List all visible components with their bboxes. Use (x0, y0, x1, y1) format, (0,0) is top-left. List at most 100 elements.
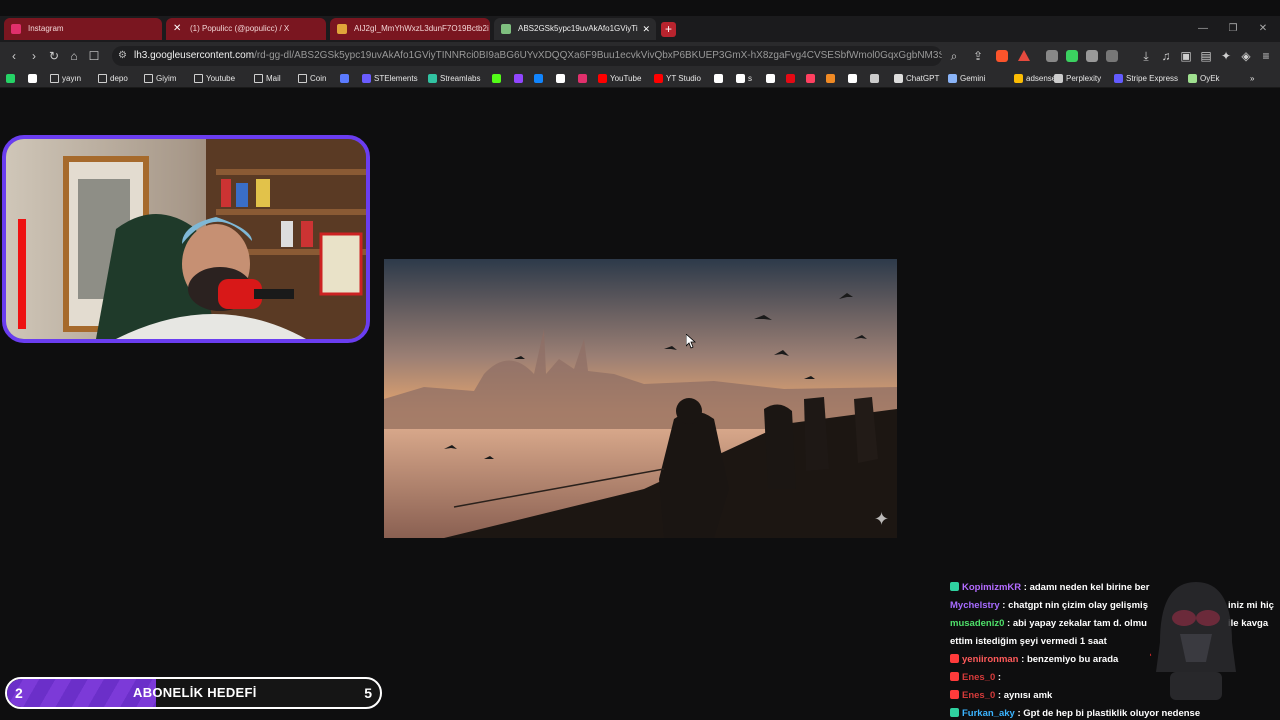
bookmark-tiktok[interactable] (714, 73, 726, 85)
chat-username: Mychelstry (950, 600, 1000, 611)
bookmark-chatgpt[interactable]: ChatGPT (894, 73, 939, 85)
back-button[interactable]: ‹ (6, 48, 22, 64)
bookmark-label: Giyim (156, 74, 177, 83)
chat-badge-icon (950, 582, 959, 591)
bookmark-kick[interactable] (492, 73, 504, 85)
bookmark-circle[interactable] (766, 73, 778, 85)
bookmark-streamlabs[interactable]: Streamlabs (428, 73, 480, 85)
bookmark-label: Mail (266, 74, 281, 83)
vpn-icon[interactable]: ◈ (1238, 48, 1254, 64)
sparkle-icon: ✦ (874, 509, 889, 530)
bookmark-stelements[interactable]: STElements (362, 73, 418, 85)
folder-icon (298, 74, 307, 83)
folder-icon (50, 74, 59, 83)
bookmark-coin[interactable]: Coin (298, 73, 326, 85)
bookmark-depo[interactable]: depo (98, 73, 128, 85)
bookmark-bluesky[interactable] (534, 73, 546, 85)
bookmark-adsense[interactable]: adsense (1014, 73, 1056, 85)
whatsapp-icon (6, 74, 15, 83)
brave-shield-icon[interactable] (996, 50, 1008, 62)
extension-icon[interactable] (1046, 50, 1058, 62)
ytstudio-icon (654, 74, 663, 83)
title-bar (0, 0, 1280, 16)
site-info-icon[interactable]: ⚙ (118, 46, 127, 66)
chat-username: Enes_0 (962, 690, 996, 701)
bookmark-stripe-express[interactable]: Stripe Express (1114, 73, 1178, 85)
bluesky-icon (534, 74, 543, 83)
bookmark-bookmark[interactable] (870, 73, 882, 85)
extension-icon[interactable] (1066, 50, 1078, 62)
chat-username: Furkan_aky (962, 708, 1015, 719)
close-icon[interactable]: ✕ (642, 18, 650, 40)
bookmark-page-button[interactable]: ☐ (86, 48, 102, 64)
tab-image-1[interactable]: AIJ2gI_MmYhWxzL3dunF7O19Bctb2i (330, 18, 490, 40)
bookmark-label: depo (110, 74, 128, 83)
maximize-button[interactable]: ❐ (1218, 16, 1248, 42)
downloads-icon[interactable]: ⤓ (1138, 48, 1154, 64)
bookmark-netflix[interactable] (786, 73, 798, 85)
bookmark-bookmark[interactable] (848, 73, 860, 85)
bookmark-label: s (748, 74, 752, 83)
folder-icon (98, 74, 107, 83)
bookmark-label: Gemini (960, 74, 986, 83)
minimize-button[interactable]: — (1188, 16, 1218, 42)
bookmark-yt-studio[interactable]: YT Studio (654, 73, 701, 85)
bookmark-label: OyEk (1200, 74, 1220, 83)
kick-icon (492, 74, 501, 83)
home-button[interactable]: ⌂ (66, 48, 82, 64)
url-path: /rd-gg-dl/ABS2GSk5ypc19uvAkAfo1GViyTINNR… (254, 50, 942, 61)
bookmark-yay-n[interactable]: yayın (50, 73, 81, 85)
menu-icon[interactable]: ≡ (1258, 48, 1274, 64)
bookmark-x[interactable] (556, 73, 568, 85)
image-icon (337, 24, 347, 34)
address-bar[interactable]: ⚙ lh3.googleusercontent.com/rd-gg-dl/ABS… (112, 46, 942, 66)
extensions-icon[interactable] (1086, 50, 1098, 62)
bookmarks-overflow-button[interactable]: » (1250, 73, 1254, 85)
goal-current: 2 (15, 685, 23, 701)
bookmark-youtube[interactable]: Youtube (194, 73, 235, 85)
bookmark-whatsapp[interactable] (6, 73, 18, 85)
tab-strip: Instagram ✕ (1) Populicc (@populicc) / X… (0, 16, 1280, 42)
bookmark-mail[interactable]: Mail (254, 73, 281, 85)
reload-button[interactable]: ↻ (46, 48, 62, 64)
sidebar-icon[interactable]: ▣ (1178, 48, 1194, 64)
extension-icon[interactable] (1106, 50, 1118, 62)
bookmark-oyek[interactable]: OyEk (1188, 73, 1220, 85)
bookmark-bookmark[interactable] (806, 73, 818, 85)
viewed-image: ✦ (384, 259, 897, 538)
bookmark-twitch[interactable] (514, 73, 526, 85)
bookmark-giyim[interactable]: Giyim (144, 73, 176, 85)
wallet-icon[interactable]: ▤ (1198, 48, 1214, 64)
tab-instagram[interactable]: Instagram (4, 18, 162, 40)
tiktok-icon (736, 74, 745, 83)
chat-badge-icon (950, 690, 959, 699)
bookmark-bookmark[interactable] (826, 73, 838, 85)
zoom-icon[interactable]: ⌕ (946, 48, 962, 64)
bookmark-instagram[interactable] (578, 73, 590, 85)
bookmark-r[interactable] (340, 73, 352, 85)
chat-message: Furkan_aky : Gpt de hep bi plastiklik ol… (950, 705, 1280, 720)
share-icon[interactable]: ⇪ (970, 48, 986, 64)
subscription-goal-widget: 2 ABONELİK HEDEFİ 5 (5, 677, 382, 709)
leo-icon[interactable]: ✦ (1218, 48, 1234, 64)
tab-x[interactable]: ✕ (1) Populicc (@populicc) / X (166, 18, 326, 40)
bookmark-perplexity[interactable]: Perplexity (1054, 73, 1101, 85)
media-icon[interactable]: ♫ (1158, 48, 1174, 64)
brave-rewards-icon[interactable] (1018, 50, 1030, 61)
bookmark-youtube[interactable]: YouTube (598, 73, 641, 85)
new-tab-button[interactable]: + (661, 22, 676, 37)
bookmark-label: YouTube (610, 74, 642, 83)
instagram-icon (11, 24, 21, 34)
forward-button[interactable]: › (26, 48, 42, 64)
bookmark-s[interactable]: s (736, 73, 752, 85)
webcam-overlay (2, 135, 370, 343)
tab-image-active[interactable]: ABS2GSk5ypc19uvAkAfo1GViyTi ✕ (494, 18, 656, 40)
bookmark-label: ChatGPT (906, 74, 940, 83)
bookmark-gemini[interactable]: Gemini (948, 73, 985, 85)
bookmark-google[interactable] (28, 73, 40, 85)
close-window-button[interactable]: ✕ (1248, 16, 1278, 42)
google-icon (28, 74, 37, 83)
chat-username: KopimizmKR (962, 582, 1022, 593)
bookmark-label: adsense (1026, 74, 1057, 83)
goal-target: 5 (364, 685, 372, 701)
